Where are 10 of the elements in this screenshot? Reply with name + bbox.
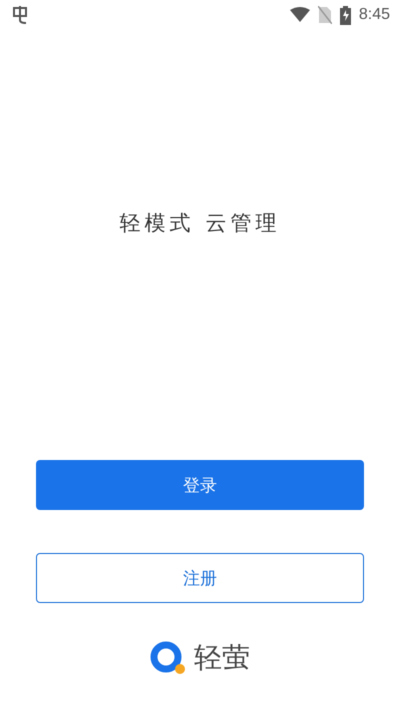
logo-icon: [150, 641, 186, 675]
brand-name: 轻萤: [194, 640, 250, 676]
wifi-icon: [290, 7, 310, 23]
no-sim-icon: [318, 6, 332, 24]
status-time: 8:45: [358, 6, 390, 24]
battery-charging-icon: [340, 6, 351, 24]
register-button[interactable]: 注册: [36, 553, 364, 603]
notification-icon: [10, 5, 30, 25]
slogan: 轻模式 云管理: [118, 210, 282, 237]
login-button[interactable]: 登录: [36, 460, 364, 510]
